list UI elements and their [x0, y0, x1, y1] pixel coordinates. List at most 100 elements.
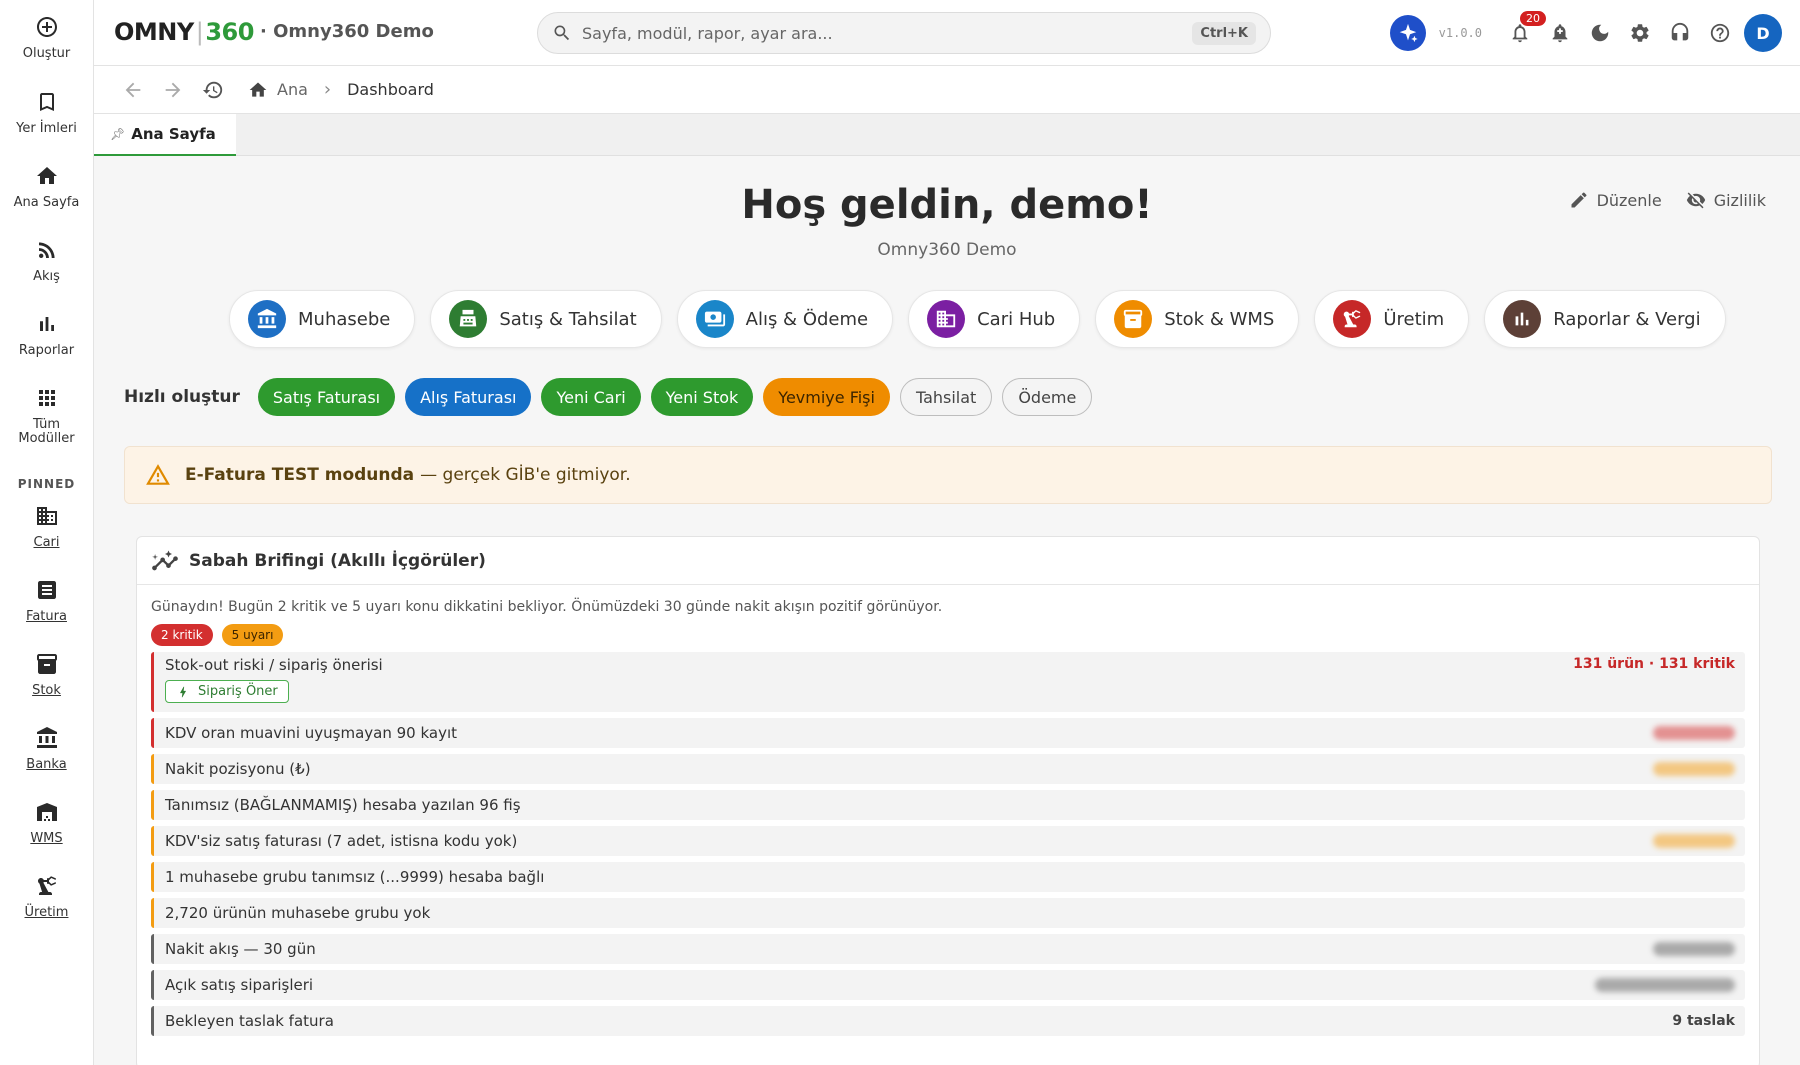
history-icon: [202, 81, 223, 98]
pinned-item-wms[interactable]: WMS: [0, 799, 94, 873]
warning-count-pill: 5 uyarı: [221, 624, 284, 646]
rail-label: Raporlar: [18, 343, 75, 358]
insights-icon: [152, 550, 178, 570]
quick-new-account-button[interactable]: Yeni Cari: [541, 378, 641, 416]
quick-sales-invoice-button[interactable]: Satış Faturası: [257, 378, 396, 416]
pinned-item-stok[interactable]: Stok: [0, 651, 94, 725]
pencil-icon: [1571, 192, 1587, 208]
tab-label: Ana Sayfa: [131, 125, 216, 143]
suggest-order-button[interactable]: Sipariş Öner: [165, 680, 289, 703]
module-stok-wms[interactable]: Stok & WMS: [1095, 290, 1300, 348]
rail-label: Akış: [33, 269, 60, 284]
dashboard-main: Hoş geldin, demo! Omny360 Demo Düzenle G…: [94, 156, 1800, 1065]
notifications-button[interactable]: 20: [1500, 11, 1546, 53]
blurred-value: [1653, 942, 1735, 956]
search-placeholder: Sayfa, modül, rapor, ayar ara...: [582, 23, 833, 43]
home-icon: [34, 163, 60, 189]
rail-label: Stok: [32, 683, 61, 698]
module-satis-tahsilat[interactable]: Satış & Tahsilat: [430, 290, 662, 348]
org-name: · Omny360 Demo: [260, 21, 434, 42]
pinned-item-fatura[interactable]: Fatura: [0, 577, 94, 651]
quick-payment-button[interactable]: Ödeme: [1002, 378, 1093, 416]
rail-item-bookmarks[interactable]: Yer İmleri: [0, 89, 94, 163]
add-circle-icon: [34, 14, 60, 40]
module-cari-hub[interactable]: Cari Hub: [908, 290, 1081, 348]
insight-row[interactable]: Tanımsız (BAĞLANMAMIŞ) hesaba yazılan 96…: [151, 790, 1745, 820]
payments-icon: [695, 300, 734, 338]
quick-new-stock-button[interactable]: Yeni Stok: [650, 378, 754, 416]
receipt-icon: [34, 577, 60, 603]
gear-icon: [1631, 24, 1649, 42]
brand-logo[interactable]: OMNY|360: [114, 18, 254, 46]
briefing-title: Sabah Brifingi (Akıllı İçgörüler): [189, 550, 486, 571]
e-invoice-test-mode-alert: E-Fatura TEST modunda — gerçek GİB'e git…: [124, 446, 1772, 504]
back-button[interactable]: [122, 79, 144, 101]
insight-row[interactable]: Bekleyen taslak fatura 9 taslak: [151, 1006, 1745, 1036]
history-button[interactable]: [202, 79, 224, 101]
bank-icon: [248, 300, 286, 338]
forward-button[interactable]: [162, 79, 184, 101]
insight-row[interactable]: 2,720 ürünün muhasebe grubu yok: [151, 898, 1745, 928]
app-version: v1.0.0: [1438, 26, 1482, 40]
pinned-item-banka[interactable]: Banka: [0, 725, 94, 799]
rail-label: Oluştur: [22, 46, 71, 61]
insight-row[interactable]: Nakit pozisyonu (₺): [151, 754, 1745, 784]
rail-item-all-modules[interactable]: Tüm Modüller: [0, 385, 94, 475]
module-raporlar-vergi[interactable]: Raporlar & Vergi: [1484, 290, 1726, 348]
pinned-item-cari[interactable]: Cari: [0, 503, 94, 577]
insight-row[interactable]: Stok-out riski / sipariş önerisi Sipariş…: [151, 652, 1745, 712]
blurred-value: [1653, 834, 1735, 848]
dark-mode-toggle[interactable]: [1580, 13, 1620, 53]
ai-assistant-button[interactable]: [1389, 15, 1426, 51]
quick-purchase-invoice-button[interactable]: Alış Faturası: [405, 378, 532, 416]
insight-row[interactable]: Nakit akış — 30 gün: [151, 934, 1745, 964]
bar-chart-icon: [1503, 300, 1542, 338]
bolt-icon: [180, 686, 186, 697]
settings-button[interactable]: [1620, 13, 1660, 53]
breadcrumb-home[interactable]: Ana: [248, 80, 308, 100]
edit-dashboard-button[interactable]: Düzenle: [1569, 190, 1662, 210]
rail-item-create[interactable]: Oluştur: [0, 14, 94, 89]
bookmark-icon: [34, 89, 60, 115]
insight-row[interactable]: Açık satış siparişleri: [151, 970, 1745, 1000]
user-avatar[interactable]: D: [1744, 14, 1782, 52]
dashboard-actions: Düzenle Gizlilik: [1545, 190, 1766, 210]
alarm-bell-icon: [1552, 24, 1568, 43]
pinned-item-uretim[interactable]: Üretim: [0, 873, 94, 947]
privacy-toggle-button[interactable]: Gizlilik: [1686, 190, 1766, 210]
page-subtitle: Omny360 Demo: [877, 240, 1017, 260]
insight-row[interactable]: KDV oran muavini uyuşmayan 90 kayıt: [151, 718, 1745, 748]
critical-count-pill: 2 kritik: [151, 624, 213, 646]
quick-collection-button[interactable]: Tahsilat: [899, 378, 993, 416]
briefing-summary: Günaydın! Bugün 2 kritik ve 5 uyarı konu…: [151, 599, 943, 615]
rail-item-home[interactable]: Ana Sayfa: [0, 163, 94, 237]
module-uretim[interactable]: Üretim: [1314, 290, 1470, 348]
module-muhasebe[interactable]: Muhasebe: [229, 290, 416, 348]
rail-label: WMS: [30, 831, 63, 846]
tab-ana-sayfa[interactable]: 📌︎ Ana Sayfa: [94, 114, 236, 156]
breadcrumb-bar: Ana › Dashboard: [94, 66, 1800, 114]
inventory-icon: [34, 651, 60, 677]
headset-icon: [1671, 22, 1689, 41]
quick-create-bar: Hızlı oluştur Satış Faturası Alış Fatura…: [124, 378, 1102, 416]
global-search[interactable]: Sayfa, modül, rapor, ayar ara... Ctrl+K: [537, 12, 1271, 54]
rail-label: Ana Sayfa: [13, 195, 80, 210]
quick-create-label: Hızlı oluştur: [124, 387, 240, 407]
briefing-severity-pills: 2 kritik 5 uyarı: [151, 624, 1745, 646]
precision-manufacturing-icon: [1333, 300, 1372, 338]
insight-label: Nakit akış — 30 gün: [165, 940, 316, 958]
insight-row[interactable]: KDV'siz satış faturası (7 adet, istisna …: [151, 826, 1745, 856]
support-button[interactable]: [1660, 13, 1700, 53]
insight-label: 1 muhasebe grubu tanımsız (...9999) hesa…: [165, 868, 545, 886]
insight-row[interactable]: 1 muhasebe grubu tanımsız (...9999) hesa…: [151, 862, 1745, 892]
alerts-button[interactable]: [1540, 13, 1580, 53]
rail-label: Banka: [26, 757, 67, 772]
cash-register-icon: [449, 300, 488, 338]
pin-icon[interactable]: 📌︎: [110, 127, 125, 141]
rail-item-feed[interactable]: Akış: [0, 237, 94, 311]
quick-journal-entry-button[interactable]: Yevmiye Fişi: [763, 378, 890, 416]
module-alis-odeme[interactable]: Alış & Ödeme: [676, 290, 894, 348]
rail-item-reports[interactable]: Raporlar: [0, 311, 94, 385]
help-button[interactable]: [1700, 13, 1740, 53]
warning-icon: [146, 464, 170, 485]
